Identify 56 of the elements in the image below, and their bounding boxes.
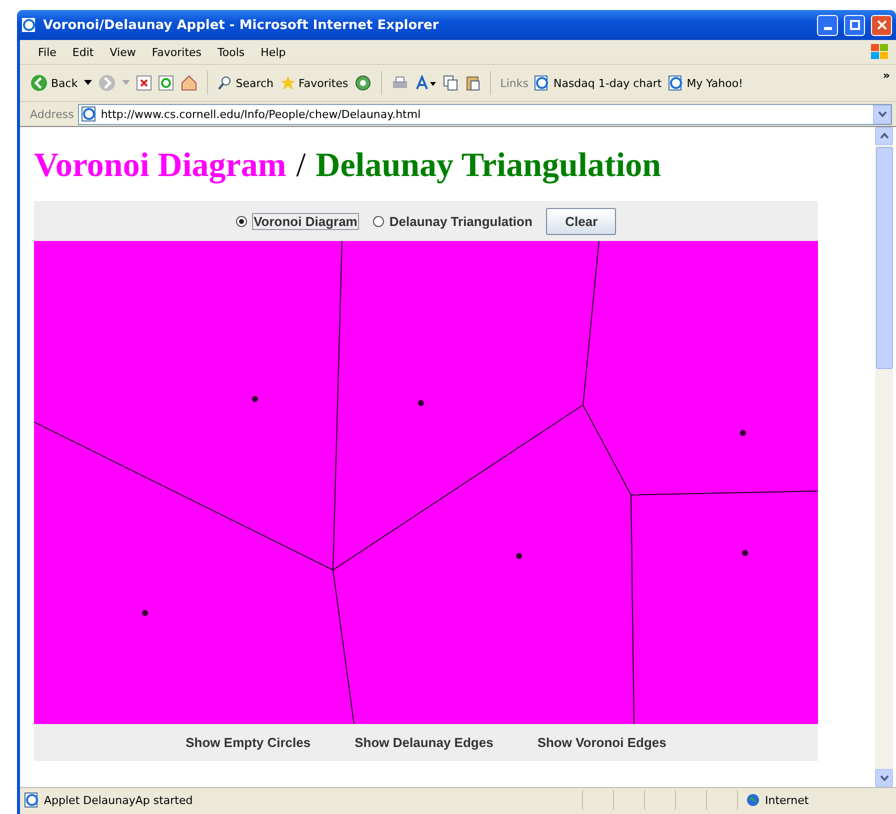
heading-delaunay: Delaunay Triangulation <box>316 147 662 185</box>
scroll-down-button[interactable] <box>875 769 893 787</box>
option-button[interactable]: Show Empty Circles <box>186 735 311 750</box>
back-button[interactable]: Back <box>30 74 78 92</box>
option-button[interactable]: Show Delaunay Edges <box>354 735 494 750</box>
link-button[interactable]: My Yahoo! <box>668 75 743 91</box>
favorites-button[interactable]: Favorites <box>280 75 348 91</box>
page-icon <box>80 106 97 122</box>
option-button[interactable]: Show Voronoi Edges <box>537 735 666 750</box>
address-field[interactable]: http://www.cs.cornell.edu/Info/People/chew/Delaunay.html <box>78 104 892 124</box>
windows-logo-icon <box>870 43 890 61</box>
dropdown-button[interactable] <box>873 104 891 124</box>
window-title: Voronoi/Delaunay Applet - Microsoft Internet Explorer <box>43 18 440 32</box>
menu-item[interactable]: Tools <box>210 46 253 58</box>
paste-icon[interactable] <box>465 75 482 91</box>
printer-icon[interactable] <box>391 75 410 91</box>
zone-text: Internet <box>765 794 809 806</box>
more-chevron[interactable]: » <box>882 69 890 82</box>
browser-icon <box>668 75 684 91</box>
browser-icon <box>21 17 37 33</box>
copy-icon[interactable] <box>443 75 460 91</box>
link-button[interactable]: Nasdaq 1-day chart <box>534 75 662 91</box>
maximize-icon <box>850 20 860 30</box>
globe-icon <box>746 793 760 807</box>
clear-button[interactable]: Clear <box>546 208 616 234</box>
scrollbar[interactable] <box>875 127 893 787</box>
font-icon[interactable] <box>415 75 438 91</box>
mode-radio[interactable]: Delaunay Triangulation <box>373 214 532 228</box>
home-icon[interactable] <box>180 74 198 92</box>
minimize-button[interactable] <box>817 14 838 36</box>
star-icon <box>280 75 296 91</box>
search-icon <box>216 75 233 91</box>
browser-icon <box>534 75 550 91</box>
page-icon <box>24 792 40 808</box>
minimize-icon <box>824 26 832 30</box>
caret-icon <box>878 111 886 117</box>
caret-icon <box>880 133 888 139</box>
close-button[interactable] <box>871 14 892 36</box>
menu-item[interactable]: View <box>102 46 144 58</box>
close-icon <box>876 20 886 30</box>
scroll-up-button[interactable] <box>875 127 893 145</box>
scroll-thumb[interactable] <box>876 147 892 369</box>
caret-icon[interactable] <box>84 80 92 86</box>
maximize-button[interactable] <box>844 14 865 36</box>
links-label: Links <box>500 76 528 90</box>
search-button[interactable]: Search <box>216 75 274 91</box>
heading-separator: / <box>296 147 306 185</box>
address-label: Address <box>30 108 74 120</box>
status-text: Applet DelaunayAp started <box>44 794 194 806</box>
caret-icon <box>880 775 888 781</box>
menu-item[interactable]: Edit <box>64 46 102 58</box>
menu-item[interactable]: File <box>30 46 64 58</box>
stop-icon[interactable] <box>136 75 152 91</box>
menu-item[interactable]: Help <box>252 46 294 58</box>
heading-voronoi: Voronoi Diagram <box>34 147 286 185</box>
menu-item[interactable]: Favorites <box>144 46 210 58</box>
